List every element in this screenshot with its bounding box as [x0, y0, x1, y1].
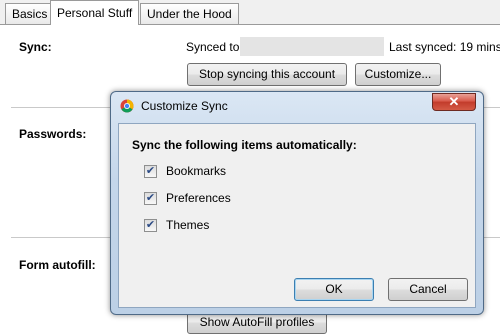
themes-label[interactable]: Themes — [166, 218, 209, 232]
synced-to-label: Synced to — [186, 40, 240, 54]
account-redacted — [240, 37, 384, 56]
autofill-section-label: Form autofill: — [19, 258, 96, 272]
sync-section-label: Sync: — [19, 40, 52, 54]
checkmark-icon: ✔ — [145, 165, 156, 177]
preferences-checkbox[interactable]: ✔ — [144, 192, 157, 205]
themes-checkbox[interactable]: ✔ — [144, 219, 157, 232]
stop-syncing-button[interactable]: Stop syncing this account — [187, 63, 347, 86]
tab-bar: Basics Under the Hood Personal Stuff — [0, 0, 500, 25]
customize-button[interactable]: Customize... — [355, 63, 441, 86]
checkmark-icon: ✔ — [145, 219, 156, 231]
bookmarks-checkbox[interactable]: ✔ — [144, 165, 157, 178]
close-icon: ✕ — [448, 94, 460, 109]
bookmarks-label[interactable]: Bookmarks — [166, 164, 226, 178]
preferences-label[interactable]: Preferences — [166, 191, 231, 205]
close-button[interactable]: ✕ — [432, 93, 476, 111]
tab-personal-stuff[interactable]: Personal Stuff — [50, 0, 140, 25]
dialog-title: Customize Sync — [141, 99, 228, 113]
dialog-heading: Sync the following items automatically: — [132, 138, 357, 152]
dialog-body: Sync the following items automatically: … — [118, 123, 476, 308]
checkmark-icon: ✔ — [145, 192, 156, 204]
tab-under-the-hood[interactable]: Under the Hood — [140, 3, 239, 24]
passwords-section-label: Passwords: — [19, 127, 87, 141]
tab-basics[interactable]: Basics — [5, 3, 55, 24]
ok-button[interactable]: OK — [294, 278, 374, 301]
chrome-icon — [120, 99, 134, 113]
cancel-button[interactable]: Cancel — [388, 278, 468, 301]
last-synced-text: Last synced: 19 mins — [389, 40, 500, 54]
customize-sync-dialog: Customize Sync ✕ Sync the following item… — [110, 91, 484, 315]
